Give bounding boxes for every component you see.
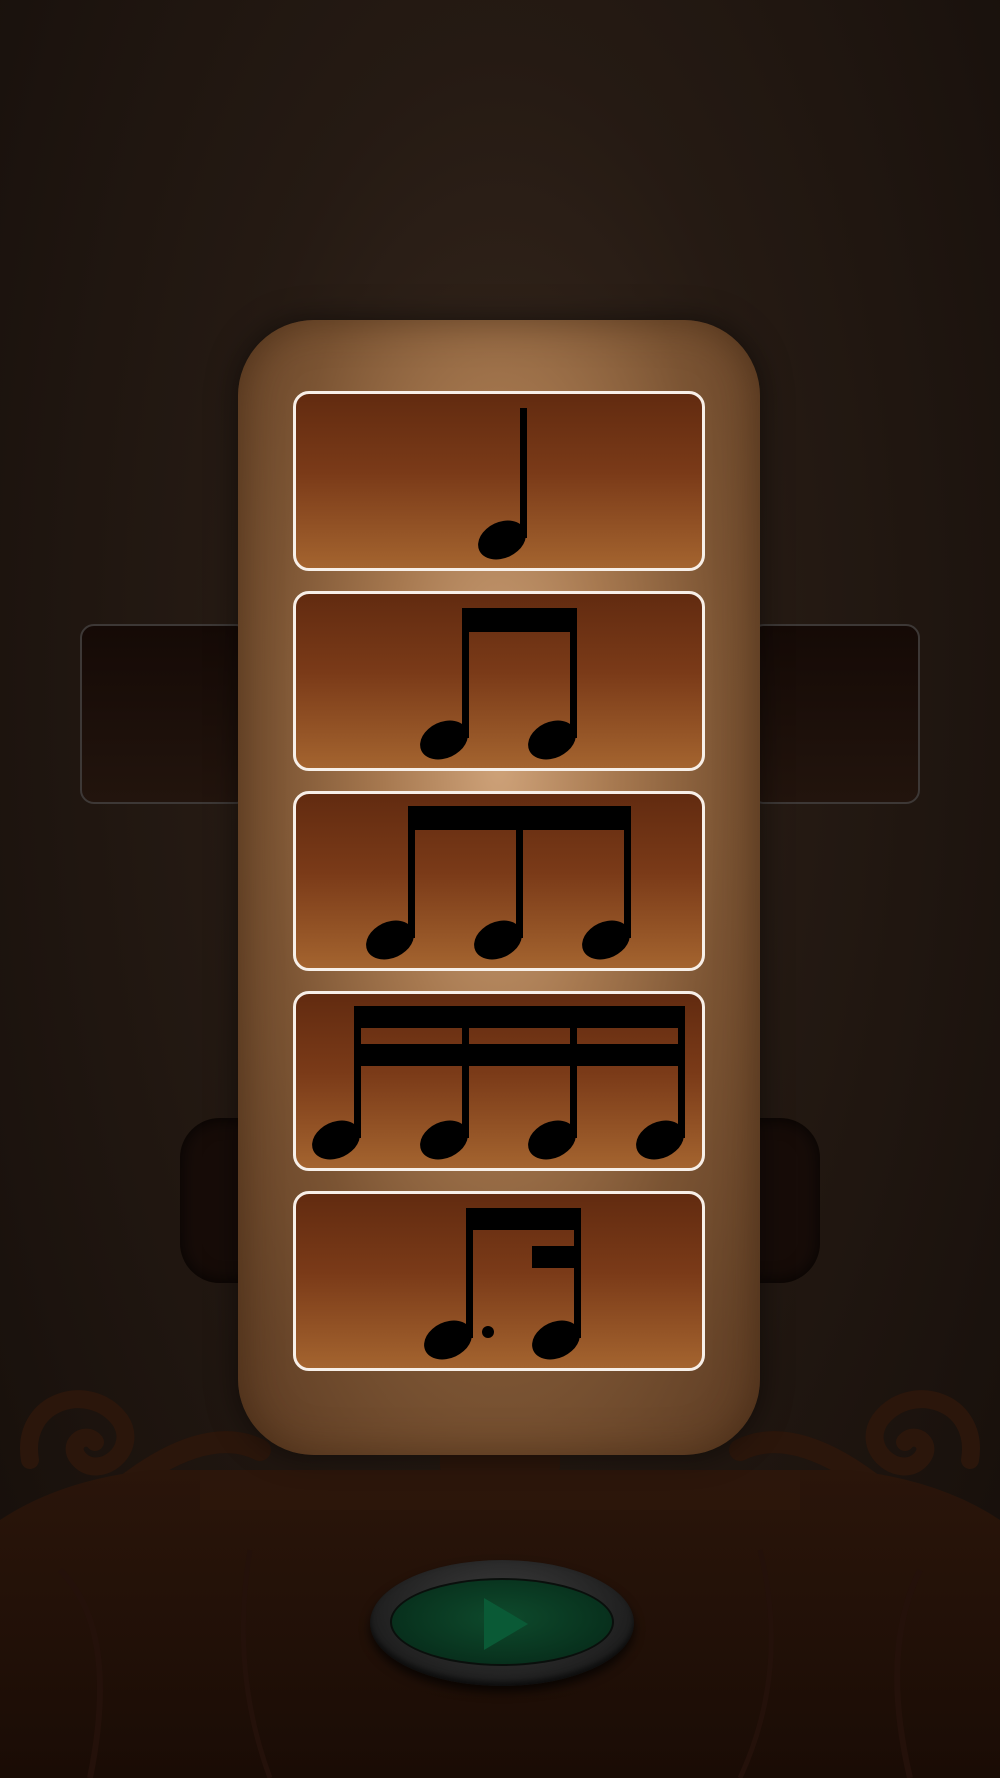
- rhythm-option-quarter-note[interactable]: [293, 391, 705, 571]
- quarter-note-icon: [478, 408, 527, 560]
- rhythm-option-eighth-note-pair[interactable]: [293, 591, 705, 771]
- play-button-face: [390, 1578, 614, 1666]
- play-icon: [484, 1598, 528, 1650]
- eighth-note-pair-icon: [420, 608, 577, 760]
- eighth-note-triplet-icon: [366, 806, 631, 960]
- left-side-panel: [80, 624, 250, 804]
- sixteenth-note-group-icon: [312, 1006, 685, 1160]
- rhythm-option-dotted-eighth-sixteenth[interactable]: [293, 1191, 705, 1371]
- play-button[interactable]: [370, 1560, 634, 1686]
- dotted-eighth-sixteenth-icon: [424, 1208, 581, 1360]
- rhythm-option-eighth-note-triplet[interactable]: [293, 791, 705, 971]
- rhythm-option-sixteenth-note-group[interactable]: [293, 991, 705, 1171]
- right-side-panel: [750, 624, 920, 804]
